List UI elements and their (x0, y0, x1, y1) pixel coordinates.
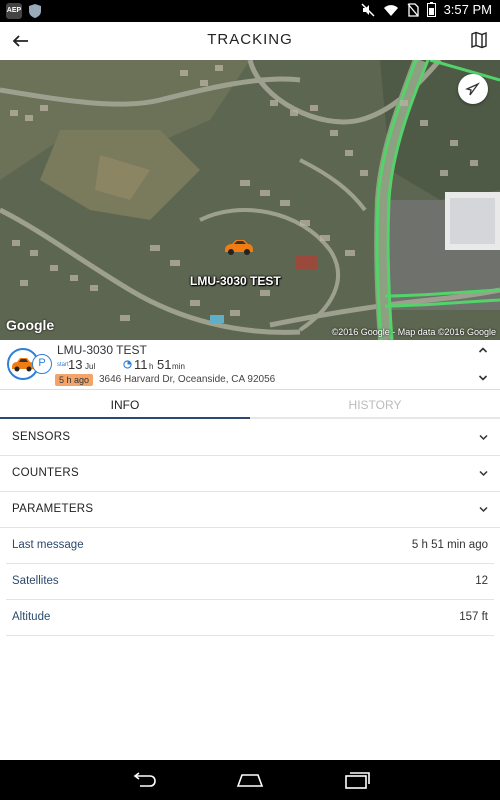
date-day: 13 (68, 357, 83, 372)
app-bar: TRACKING (0, 22, 500, 60)
info-key: Satellites (12, 575, 59, 587)
nav-home-icon[interactable] (235, 770, 265, 790)
info-key: Last message (12, 539, 84, 551)
duration-minutes: 51 (157, 357, 172, 372)
duration-hours-unit: h (149, 362, 154, 371)
map-unit-label: LMU-3030 TEST (190, 274, 281, 288)
no-sim-icon (407, 2, 419, 17)
page-title: TRACKING (207, 31, 293, 48)
section-label: PARAMETERS (12, 503, 94, 515)
chevron-up-icon[interactable] (478, 346, 488, 354)
chevron-down-icon[interactable] (478, 374, 488, 382)
chevron-down-icon (479, 506, 488, 513)
app-notification-icon: AEP (6, 3, 22, 19)
section-label: COUNTERS (12, 467, 79, 479)
parking-icon: P (32, 354, 52, 374)
wifi-icon (383, 4, 398, 16)
info-value: 12 (475, 575, 488, 587)
chevron-down-icon (479, 470, 488, 477)
battery-icon (426, 2, 436, 17)
last-update-badge: 5 h ago (55, 374, 94, 386)
system-nav-bar (0, 760, 500, 800)
navigation-arrow-icon (465, 82, 480, 96)
nav-recents-icon[interactable] (342, 770, 372, 790)
info-row-last-message: Last message 5 h 51 min ago (6, 528, 494, 564)
tab-bar: INFO HISTORY (0, 391, 500, 419)
duration-hours: 11 (134, 357, 148, 372)
map-imagery (0, 60, 500, 340)
clock-time: 3:57 PM (443, 2, 492, 17)
info-row-altitude: Altitude 157 ft (6, 600, 494, 636)
info-row-satellites: Satellites 12 (6, 564, 494, 600)
section-label: SENSORS (12, 431, 71, 443)
unit-name: LMU-3030 TEST (57, 343, 147, 357)
shield-icon (29, 4, 41, 18)
section-parameters[interactable]: PARAMETERS (0, 492, 500, 528)
tab-info[interactable]: INFO (0, 391, 250, 419)
info-value: 157 ft (459, 611, 488, 623)
chevron-down-icon (479, 434, 488, 441)
mute-icon (361, 2, 375, 17)
date-month: Jul (85, 362, 96, 371)
info-key: Altitude (12, 611, 51, 623)
my-location-button[interactable] (458, 74, 488, 104)
section-counters[interactable]: COUNTERS (0, 456, 500, 492)
unit-address: 3646 Harvard Dr, Oceanside, CA 92056 (99, 374, 276, 385)
map-icon[interactable] (470, 31, 488, 49)
map-copyright: ©2016 Google - Map data ©2016 Google (331, 327, 496, 337)
status-bar: AEP 3:57 PM (0, 0, 500, 22)
duration-minutes-unit: min (172, 362, 185, 371)
google-logo: Google (6, 317, 55, 333)
info-value: 5 h 51 min ago (411, 539, 488, 551)
section-sensors[interactable]: SENSORS (0, 420, 500, 456)
nav-back-icon[interactable] (128, 770, 158, 790)
unit-card[interactable]: P LMU-3030 TEST start 13 Jul 11 h 51 min… (0, 340, 500, 390)
car-icon[interactable] (222, 238, 254, 256)
satellite-map[interactable]: LMU-3030 TEST Google ©2016 Google - Map … (0, 60, 500, 340)
clock-icon (123, 360, 132, 369)
tab-history[interactable]: HISTORY (250, 391, 500, 419)
date-label: start (57, 362, 69, 368)
